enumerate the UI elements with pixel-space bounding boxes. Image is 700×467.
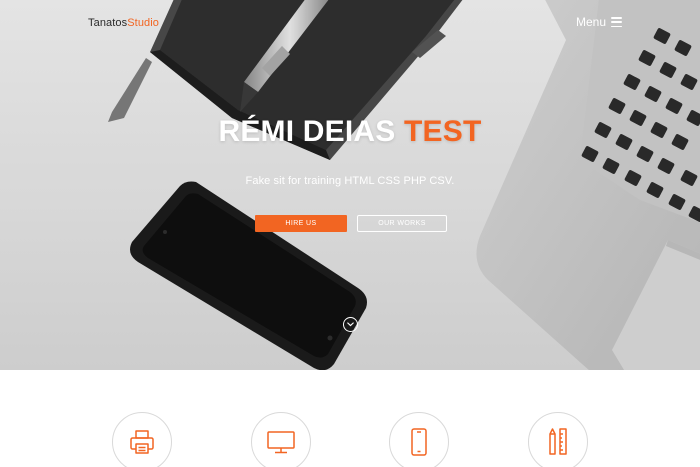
brand-name: Tanatos (88, 17, 128, 29)
smartphone-icon (411, 428, 427, 456)
chevron-down-icon (347, 322, 354, 327)
brand-name-accent: Studio (127, 17, 160, 29)
brand-logo[interactable]: TanatosStudio (88, 17, 159, 29)
hamburger-icon (611, 17, 622, 27)
pencil-ruler-icon (549, 428, 567, 455)
hero-section: TanatosStudio Menu RÉMI DEIAS TEST Fake … (0, 0, 700, 370)
hero-title-main: RÉMI DEIAS (218, 115, 405, 148)
hire-us-button[interactable]: HIRE US (255, 215, 347, 232)
hero-title-accent: TEST (404, 115, 482, 148)
menu-label: Menu (575, 15, 606, 29)
services-section (0, 370, 700, 467)
service-mobile (389, 412, 449, 467)
hero-title: RÉMI DEIAS TEST (0, 115, 700, 149)
monitor-icon (267, 431, 295, 454)
service-print (112, 412, 172, 467)
scroll-down-button[interactable] (343, 317, 358, 332)
hero-subtitle: Fake sit for training HTML CSS PHP CSV. (245, 175, 455, 187)
menu-button[interactable]: Menu (576, 15, 622, 29)
service-design (528, 412, 588, 467)
printer-icon (130, 430, 154, 454)
service-web (251, 412, 311, 467)
our-works-button[interactable]: OUR WORKS (357, 215, 447, 232)
